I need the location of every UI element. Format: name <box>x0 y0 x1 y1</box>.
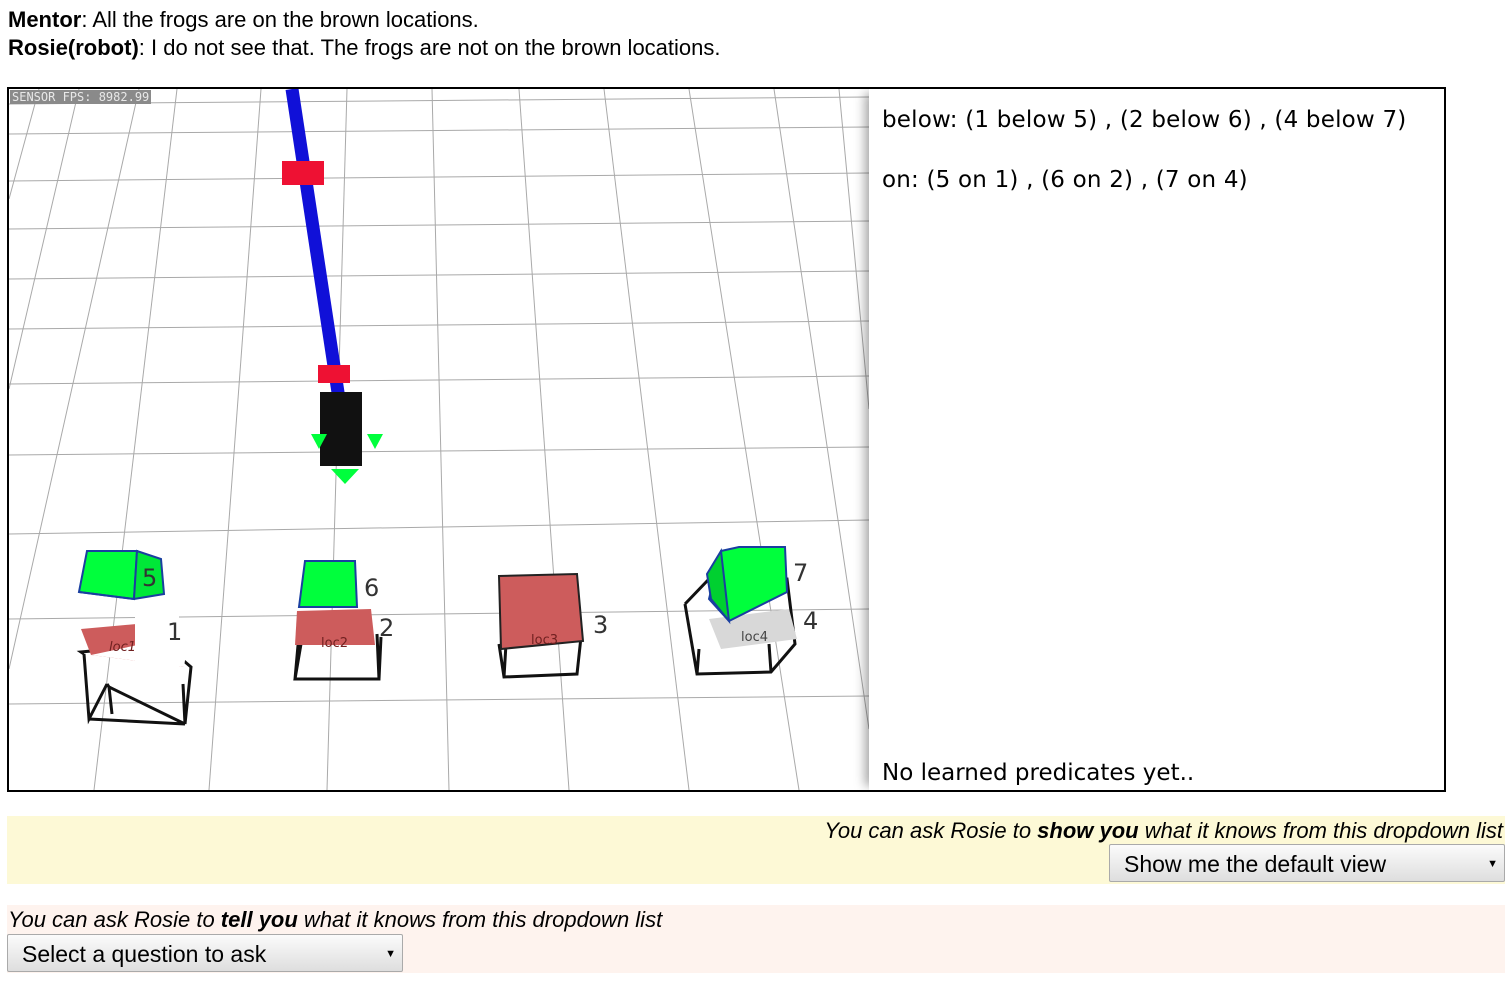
on-relations: on: (5 on 1) , (6 on 2) , (7 on 4) <box>882 167 1248 193</box>
floor-grid <box>9 89 870 790</box>
rosie-text: : I do not see that. The frogs are not o… <box>138 35 721 60</box>
block-6 <box>297 560 359 608</box>
dropdown-arrow-icon: ▼ <box>1487 858 1498 870</box>
rosie-line: Rosie(robot): I do not see that. The fro… <box>8 34 721 62</box>
scene-viewport[interactable]: loc1 loc2 loc3 loc4 1 2 3 4 5 6 7 SENSOR… <box>9 89 870 790</box>
tell-instruction-bold: tell you <box>220 907 298 932</box>
mentor-line: Mentor: All the frogs are on the brown l… <box>8 6 721 34</box>
show-instruction-pre: You can ask Rosie to <box>824 818 1038 843</box>
tell-dropdown[interactable]: Select a question to ask ▼ <box>7 934 403 972</box>
tell-dropdown-value: Select a question to ask <box>22 941 267 967</box>
loc4-label: loc4 <box>741 630 768 645</box>
object-id-7: 7 <box>793 559 808 587</box>
dialog-log: Mentor: All the frogs are on the brown l… <box>8 6 721 62</box>
object-id-5: 5 <box>142 564 157 592</box>
mentor-text: : All the frogs are on the brown locatio… <box>81 7 479 32</box>
loc1-label: loc1 <box>109 640 136 655</box>
tell-instruction-post: what it knows from this dropdown list <box>297 907 663 932</box>
show-instruction: You can ask Rosie to show you what it kn… <box>824 818 1503 844</box>
arm-joint-upper <box>282 161 324 185</box>
loc2-label: loc2 <box>321 636 348 651</box>
learned-predicates-status: No learned predicates yet.. <box>882 760 1195 786</box>
scene-canvas[interactable]: loc1 loc2 loc3 loc4 1 2 3 4 5 6 7 <box>9 89 870 790</box>
tell-instruction: You can ask Rosie to tell you what it kn… <box>8 907 662 933</box>
tell-instruction-pre: You can ask Rosie to <box>8 907 221 932</box>
object-id-6: 6 <box>364 574 379 602</box>
below-relations: below: (1 below 5) , (2 below 6) , (4 be… <box>882 107 1407 133</box>
loc3-label: loc3 <box>531 633 558 648</box>
predicate-panel: below: (1 below 5) , (2 below 6) , (4 be… <box>869 89 1444 790</box>
object-id-4: 4 <box>803 607 818 635</box>
object-id-2: 2 <box>379 614 394 642</box>
tell-panel: You can ask Rosie to tell you what it kn… <box>7 905 1505 973</box>
show-dropdown[interactable]: Show me the default view ▼ <box>1109 844 1505 882</box>
gripper <box>320 392 362 466</box>
show-panel: You can ask Rosie to show you what it kn… <box>7 816 1505 884</box>
arm-joint-lower <box>318 365 350 383</box>
mentor-name: Mentor <box>8 7 82 32</box>
show-instruction-post: what it knows from this dropdown list <box>1138 818 1503 843</box>
fps-overlay: SENSOR FPS: 8982.99 <box>10 90 152 104</box>
rosie-name: Rosie(robot) <box>8 35 139 60</box>
show-instruction-bold: show you <box>1037 818 1139 843</box>
show-dropdown-value: Show me the default view <box>1124 851 1387 877</box>
scene-frame: loc1 loc2 loc3 loc4 1 2 3 4 5 6 7 SENSOR… <box>7 87 1446 792</box>
object-id-3: 3 <box>593 611 608 639</box>
robot-arm <box>282 89 383 484</box>
dropdown-arrow-icon: ▼ <box>385 948 396 960</box>
object-id-1: 1 <box>167 618 182 646</box>
